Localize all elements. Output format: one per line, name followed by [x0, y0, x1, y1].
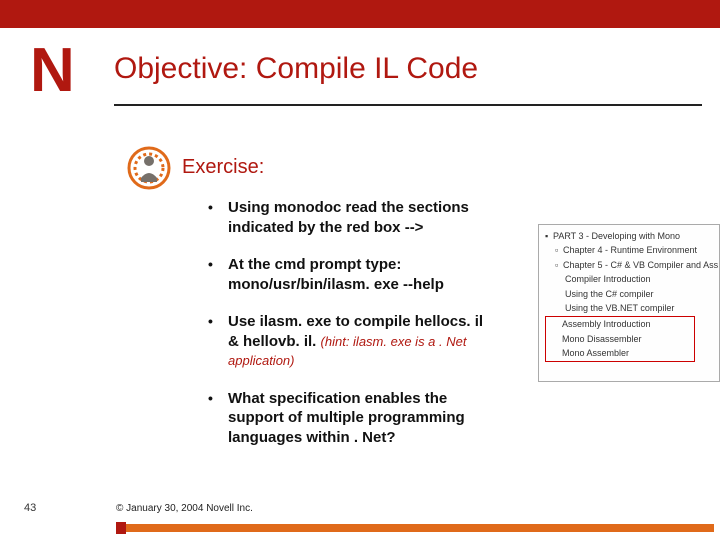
slide-title: Objective: Compile IL Code [114, 52, 478, 86]
bullet-text: What specification enables the support o… [228, 390, 465, 446]
toc-line: Mono Assembler [548, 346, 692, 360]
toc-line: Using the C# compiler [545, 287, 713, 301]
toc-line: Compiler Introduction [545, 272, 713, 286]
bullet-text: Using monodoc read the sections indicate… [228, 199, 469, 236]
top-red-bar [0, 0, 720, 28]
exercise-label: Exercise: [182, 156, 264, 179]
bullet-list: Using monodoc read the sections indicate… [208, 198, 496, 465]
bullet-text: At the cmd prompt type: mono/usr/bin/ila… [228, 256, 444, 293]
bullet-item: Using monodoc read the sections indicate… [208, 198, 496, 237]
title-rule [114, 104, 702, 106]
toc-line: ▫Chapter 4 - Runtime Environment [545, 243, 713, 257]
slide: N Objective: Compile IL Code Exercise: U… [0, 0, 720, 540]
exercise-icon [125, 144, 173, 192]
toc-line: Assembly Introduction [548, 317, 692, 331]
toc-line: ▪PART 3 - Developing with Mono [545, 229, 713, 243]
bullet-item: What specification enables the support o… [208, 389, 496, 448]
copyright: © January 30, 2004 Novell Inc. [116, 503, 253, 514]
toc-line: Using the VB.NET compiler [545, 301, 713, 315]
toc-line: ▫Chapter 5 - C# & VB Compiler and Ass [545, 258, 713, 272]
bullet-item: At the cmd prompt type: mono/usr/bin/ila… [208, 255, 496, 294]
footer-accent-bar [116, 524, 714, 532]
logo-letter: N [30, 36, 71, 105]
toc-screenshot: ▪PART 3 - Developing with Mono ▫Chapter … [538, 224, 720, 382]
toc-line: Mono Disassembler [548, 332, 692, 346]
novell-logo: N [30, 44, 84, 98]
page-number: 43 [24, 502, 36, 514]
bullet-item: Use ilasm. exe to compile hellocs. il & … [208, 312, 496, 371]
toc-highlight-box: Assembly Introduction Mono Disassembler … [545, 316, 695, 361]
